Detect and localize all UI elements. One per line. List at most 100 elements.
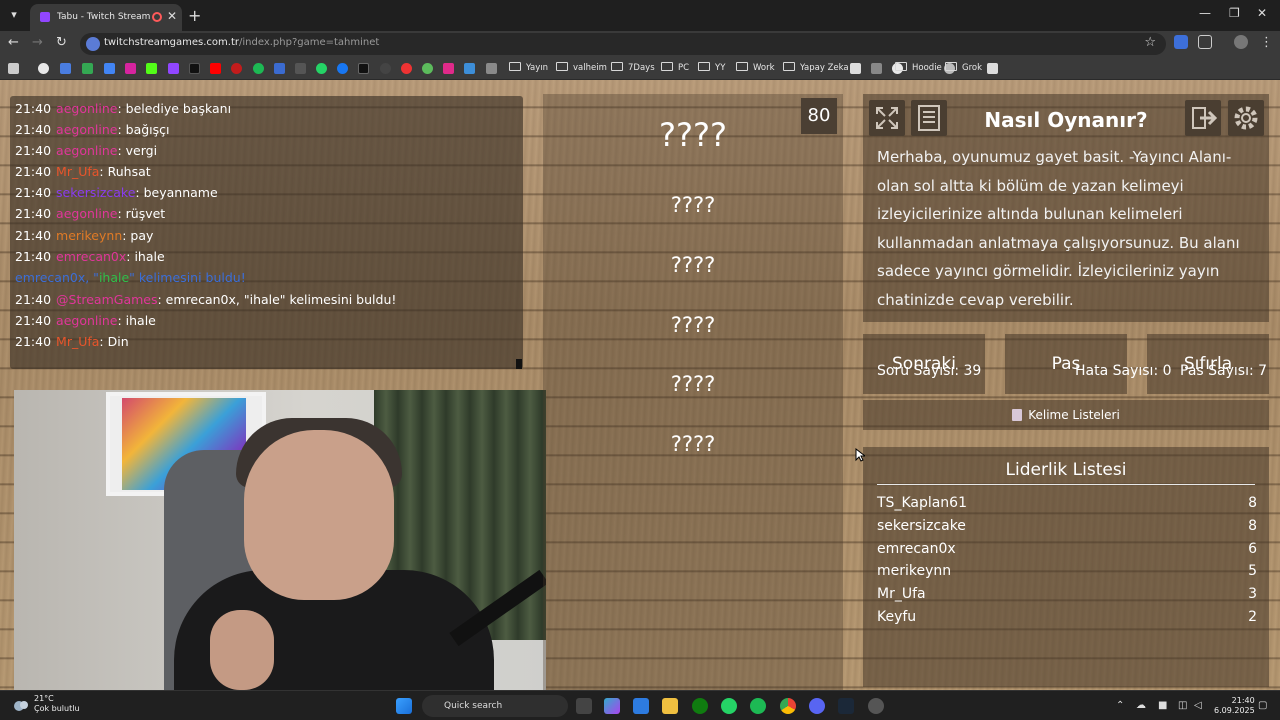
chat-timestamp: 21:40 — [15, 122, 52, 137]
store-icon[interactable] — [633, 698, 649, 714]
volume-icon[interactable]: ◁ — [1194, 700, 1202, 711]
task-view-icon[interactable] — [576, 698, 592, 714]
instagram-icon[interactable] — [125, 63, 136, 74]
chat-scroll-handle[interactable] — [516, 359, 522, 369]
obs-icon[interactable] — [868, 698, 884, 714]
active-tab[interactable]: Tabu - Twitch Stream Games ✕ — [30, 4, 182, 31]
bookmark-folder-yy[interactable]: YY — [698, 62, 725, 73]
xbox-icon[interactable] — [692, 698, 708, 714]
extensions-puzzle-icon[interactable] — [1198, 35, 1212, 49]
copilot-icon[interactable] — [604, 698, 620, 714]
bookmark-folder-yapay-zeka[interactable]: Yapay Zeka — [783, 62, 849, 73]
facebook-icon[interactable] — [337, 63, 348, 74]
chat-username[interactable]: aegonline — [56, 206, 117, 221]
whatsapp-icon[interactable] — [721, 698, 737, 714]
weather-cloud-icon[interactable] — [12, 696, 30, 714]
maps-icon[interactable] — [82, 63, 93, 74]
pinterest-icon[interactable] — [231, 63, 242, 74]
new-tab-icon[interactable]: + — [188, 6, 201, 25]
spotify-icon[interactable] — [750, 698, 766, 714]
bookmark-folder-pc[interactable]: PC — [661, 62, 689, 73]
bookmark-icon[interactable] — [295, 63, 306, 74]
chat-username[interactable]: emrecan0x — [56, 249, 126, 264]
network-icon[interactable]: ◫ — [1178, 700, 1187, 711]
forbidden-word: ???? — [670, 372, 716, 396]
x-icon[interactable] — [358, 63, 369, 74]
reload-icon[interactable]: ↻ — [56, 35, 67, 50]
tab-search-icon[interactable]: ▾ — [6, 7, 22, 23]
weather-widget[interactable]: 21°C Çok bulutlu — [34, 694, 80, 714]
bookmark-icon[interactable] — [987, 63, 998, 74]
bookmark-hoodie[interactable]: Hoodie — [895, 62, 942, 73]
bookmark-star-icon[interactable]: ☆ — [1144, 35, 1156, 50]
tray-chevron-icon[interactable]: ⌃ — [1116, 700, 1124, 711]
bookmark-icon[interactable] — [486, 63, 497, 74]
tray-app-icon[interactable]: ■ — [1158, 700, 1167, 711]
chat-username[interactable]: Mr_Ufa — [56, 334, 99, 349]
file-explorer-icon[interactable] — [662, 698, 678, 714]
bookmark-icon[interactable] — [60, 63, 71, 74]
bookmark-icon[interactable] — [380, 63, 391, 74]
clock[interactable]: 21:40 6.09.2025 — [1214, 696, 1255, 716]
chat-username[interactable]: @StreamGames — [56, 292, 157, 307]
chat-message: 21:40 aegonline: rüşvet — [15, 206, 165, 222]
chat-text: : Din — [99, 334, 129, 349]
bookmark-icon[interactable] — [274, 63, 285, 74]
chat-message: 21:40 aegonline: bağışçı — [15, 122, 170, 138]
bookmark-folder-valheim[interactable]: valheim — [556, 62, 607, 73]
bookmark-folder-yayin[interactable]: Yayın — [509, 62, 548, 73]
chat-username[interactable]: merikeynn — [56, 228, 122, 243]
chat-username[interactable]: sekersizcake — [56, 185, 135, 200]
site-info-icon[interactable] — [86, 37, 100, 51]
notifications-icon[interactable]: ▢ — [1258, 700, 1267, 711]
onedrive-icon[interactable]: ☁ — [1136, 700, 1146, 711]
taskbar-search[interactable]: Quick search — [422, 695, 568, 717]
forward-icon[interactable]: → — [32, 35, 43, 50]
chat-username[interactable]: Mr_Ufa — [56, 164, 99, 179]
link-icon[interactable] — [871, 63, 882, 74]
chat-username[interactable]: aegonline — [56, 122, 117, 137]
apps-grid-icon[interactable] — [8, 63, 19, 74]
whatsapp-icon[interactable] — [316, 63, 327, 74]
bookmark-icon[interactable] — [464, 63, 475, 74]
extension-icon[interactable] — [1174, 35, 1188, 49]
tiktok-icon[interactable] — [189, 63, 200, 74]
steam-icon[interactable] — [838, 698, 854, 714]
chat-username[interactable]: aegonline — [56, 313, 117, 328]
pass-count: Pas Sayısı: 7 — [1180, 363, 1268, 379]
windows-start-icon[interactable] — [396, 698, 412, 714]
chat-text: : Ruhsat — [99, 164, 151, 179]
maximize-icon[interactable]: ❐ — [1229, 6, 1240, 20]
back-icon[interactable]: ← — [8, 35, 19, 50]
bookmark-folder-7days[interactable]: 7Days — [611, 62, 655, 73]
menu-kebab-icon[interactable]: ⋮ — [1260, 35, 1273, 50]
discord-icon[interactable] — [809, 698, 825, 714]
spotify-icon[interactable] — [253, 63, 264, 74]
kick-icon[interactable] — [146, 63, 157, 74]
google-icon[interactable] — [38, 63, 49, 74]
word-lists-button[interactable]: Kelime Listeleri — [863, 400, 1269, 430]
settings-gear-icon[interactable] — [1228, 100, 1264, 136]
recording-icon — [152, 12, 162, 22]
chat-message: 21:40 @StreamGames: emrecan0x, "ihale" ke… — [15, 292, 396, 308]
list-icon — [1012, 409, 1023, 421]
close-window-icon[interactable]: ✕ — [1257, 6, 1267, 20]
youtube-icon[interactable] — [210, 63, 221, 74]
bookmark-grok[interactable]: Grok — [945, 62, 982, 73]
bookmark-icon[interactable] — [443, 63, 454, 74]
bookmark-icon[interactable] — [850, 63, 861, 74]
twitch-icon[interactable] — [168, 63, 179, 74]
bookmark-folder-work[interactable]: Work — [736, 62, 775, 73]
chat-username[interactable]: aegonline — [56, 101, 117, 116]
exit-icon[interactable] — [1185, 100, 1221, 136]
chrome-icon[interactable] — [780, 698, 796, 714]
minimize-icon[interactable]: — — [1199, 6, 1211, 20]
url-text[interactable]: twitchstreamgames.com.tr/index.php?game=… — [104, 37, 379, 48]
address-bar[interactable]: twitchstreamgames.com.tr/index.php?game=… — [80, 33, 1166, 55]
chat-username[interactable]: aegonline — [56, 143, 117, 158]
bookmark-icon[interactable] — [422, 63, 433, 74]
profile-avatar[interactable] — [1234, 35, 1248, 49]
drive-icon[interactable] — [104, 63, 115, 74]
bookmark-icon[interactable] — [401, 63, 412, 74]
close-tab-icon[interactable]: ✕ — [167, 9, 177, 23]
